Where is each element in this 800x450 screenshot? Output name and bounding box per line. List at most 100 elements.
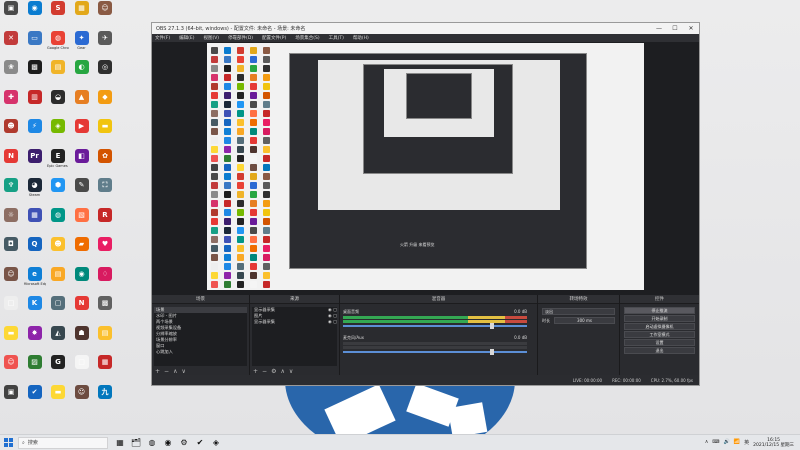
desktop-icon[interactable]: ☺ bbox=[0, 355, 22, 370]
desktop-icon[interactable]: ◭ bbox=[47, 325, 69, 341]
desktop-icon[interactable]: ☺ bbox=[94, 1, 116, 16]
desktop-icon[interactable]: ☺ bbox=[71, 384, 93, 400]
taskbar-app-icon[interactable]: ▦ bbox=[112, 435, 128, 450]
menu-item[interactable]: 场景集合(S) bbox=[295, 35, 319, 41]
desktop-icon[interactable]: EEpic Games Launcher bbox=[47, 148, 69, 168]
tray-icon[interactable]: 📶 bbox=[734, 439, 740, 446]
move-up-icon[interactable]: ∧ bbox=[280, 368, 284, 375]
taskbar-app-icon[interactable]: 🗂 bbox=[128, 435, 144, 450]
desktop-icon[interactable]: ✦ Gear bbox=[71, 30, 93, 50]
desktop-icon[interactable]: ▬ bbox=[0, 325, 22, 341]
taskbar-app-icon[interactable]: ◈ bbox=[208, 435, 224, 450]
obs-titlebar[interactable]: OBS 27.1.3 (64-bit, windows) - 配置文件: 未命名… bbox=[152, 23, 699, 34]
desktop-icon[interactable]: Q bbox=[24, 237, 46, 252]
desktop-icon[interactable]: ▶ bbox=[71, 119, 93, 134]
desktop-icon[interactable]: ▨ bbox=[24, 355, 46, 370]
desktop-icon[interactable]: ▩ bbox=[24, 60, 46, 75]
desktop-icon[interactable]: ▦ bbox=[24, 207, 46, 223]
desktop-icon[interactable]: ▬ bbox=[94, 119, 116, 134]
taskbar-app-icon[interactable]: ⚙ bbox=[176, 435, 192, 450]
desktop-icon[interactable]: ◆ bbox=[94, 89, 116, 105]
desktop-icon[interactable]: ☻ bbox=[0, 119, 22, 134]
add-scene-icon[interactable]: + bbox=[155, 368, 160, 375]
taskbar-app-icon[interactable]: ✔ bbox=[192, 435, 208, 450]
control-button[interactable]: 退出 bbox=[624, 347, 695, 354]
menu-item[interactable]: 文件(F) bbox=[155, 35, 170, 41]
desktop-icon[interactable]: R bbox=[94, 207, 116, 223]
desktop-icon[interactable]: ☗ bbox=[71, 325, 93, 341]
desktop-icon[interactable]: K bbox=[24, 296, 46, 311]
desktop-icon[interactable]: ✸ bbox=[24, 325, 46, 341]
desktop-icon[interactable]: N bbox=[0, 148, 22, 164]
menu-item[interactable]: 帮助(H) bbox=[353, 35, 369, 41]
desktop-icon[interactable]: ✿ bbox=[94, 148, 116, 164]
desktop-icon[interactable]: ▧ bbox=[71, 207, 93, 223]
desktop-icon[interactable]: Pr bbox=[24, 148, 46, 164]
desktop-icon[interactable]: 九 bbox=[94, 384, 116, 400]
menu-item[interactable]: 配置文件(P) bbox=[262, 35, 286, 41]
desktop-icon[interactable]: ▰ bbox=[71, 237, 93, 252]
desktop-icon[interactable]: ❀ bbox=[0, 60, 22, 75]
remove-scene-icon[interactable]: − bbox=[164, 368, 169, 375]
desktop-icon[interactable]: ▤ bbox=[47, 60, 69, 75]
desktop-icon[interactable]: ▢ bbox=[47, 296, 69, 311]
maximize-icon[interactable]: ☐ bbox=[667, 23, 683, 34]
taskbar-app-icon[interactable]: ◉ bbox=[160, 435, 176, 450]
control-button[interactable]: 开始录制 bbox=[624, 315, 695, 322]
control-button[interactable]: 工作室模式 bbox=[624, 331, 695, 338]
desktop-icon[interactable]: ✔ bbox=[24, 384, 46, 400]
desktop-icon[interactable]: ◒ bbox=[47, 89, 69, 105]
desktop-icon[interactable]: ▤ bbox=[47, 266, 69, 282]
desktop-icon[interactable]: ▤ bbox=[94, 325, 116, 341]
menu-item[interactable]: 停靠部件(D) bbox=[228, 35, 253, 41]
menu-item[interactable]: 编辑(E) bbox=[179, 35, 194, 41]
desktop-icon[interactable]: ♢ bbox=[94, 266, 116, 282]
move-down-icon[interactable]: ∨ bbox=[289, 368, 293, 375]
control-button[interactable]: 启动虚拟摄像机 bbox=[624, 323, 695, 330]
desktop-icon[interactable]: ▬ bbox=[47, 384, 69, 400]
scene-item[interactable]: 心跳加入 bbox=[154, 349, 247, 355]
source-settings-icon[interactable]: ⚙ bbox=[271, 368, 276, 375]
tray-icon[interactable]: ⌨ bbox=[712, 439, 719, 446]
move-up-icon[interactable]: ∧ bbox=[173, 368, 177, 375]
desktop-icon[interactable]: ⛶ bbox=[94, 178, 116, 193]
tray-icon[interactable]: 🔊 bbox=[724, 439, 730, 446]
control-button[interactable]: 设置 bbox=[624, 339, 695, 346]
desktop-icon[interactable]: ☻ bbox=[47, 237, 69, 252]
desktop-icon[interactable]: ◐ bbox=[71, 60, 93, 75]
desktop-icon[interactable]: ♥ bbox=[94, 237, 116, 252]
sources-list[interactable]: 显示器采集 ◉ ▢ 图片 ◉ ▢ 显示器采集 ◉ ▢ bbox=[252, 307, 337, 366]
desktop-icon[interactable]: G bbox=[47, 355, 69, 370]
desktop-icon[interactable]: ◍ bbox=[47, 207, 69, 223]
desktop-icon[interactable]: ♆ bbox=[0, 178, 22, 193]
close-icon[interactable]: ✕ bbox=[683, 23, 699, 34]
desktop-icon[interactable]: ◘ bbox=[0, 237, 22, 252]
desktop-icon[interactable]: eMicrosoft Edge bbox=[24, 266, 46, 286]
move-down-icon[interactable]: ∨ bbox=[181, 368, 185, 375]
desktop-icon[interactable]: ◍Google Chrome bbox=[47, 30, 69, 50]
minimize-icon[interactable]: — bbox=[651, 23, 667, 34]
clock[interactable]: 16:15 2021/12/15 星期三 bbox=[753, 438, 794, 448]
desktop-icon[interactable]: ✈ bbox=[94, 30, 116, 46]
transition-type-select[interactable]: 淡出 bbox=[542, 308, 615, 315]
desktop-icon[interactable]: ◎ bbox=[94, 60, 116, 75]
desktop-icon[interactable]: ▦ bbox=[71, 1, 93, 16]
desktop-icon[interactable]: ▲ bbox=[71, 89, 93, 105]
desktop-icon[interactable]: ▦ bbox=[94, 355, 116, 370]
control-button[interactable]: 停止推流 bbox=[624, 307, 695, 314]
desktop-icon[interactable]: ▣ bbox=[0, 384, 22, 400]
desktop-icon[interactable]: ✕ bbox=[0, 30, 22, 46]
volume-fader[interactable] bbox=[343, 323, 527, 329]
desktop-icon[interactable]: ▣ bbox=[0, 1, 22, 16]
source-item[interactable]: 显示器采集 ◉ ▢ bbox=[252, 319, 337, 325]
desktop-icon[interactable]: ⬢ bbox=[47, 178, 69, 193]
obs-window[interactable]: OBS 27.1.3 (64-bit, windows) - 配置文件: 未命名… bbox=[151, 22, 700, 386]
desktop-icon[interactable]: ✎ bbox=[71, 178, 93, 193]
desktop-icon[interactable]: ⚡ bbox=[24, 119, 46, 134]
desktop-icon[interactable]: S bbox=[47, 1, 69, 16]
duration-input[interactable]: 300 ms bbox=[554, 317, 615, 324]
desktop-icon[interactable]: ✚ bbox=[0, 89, 22, 105]
tray-icon[interactable]: 英 bbox=[744, 439, 749, 446]
desktop-icon[interactable]: ◕ Steam bbox=[24, 178, 46, 197]
desktop-icon[interactable]: ▩ bbox=[94, 296, 116, 311]
